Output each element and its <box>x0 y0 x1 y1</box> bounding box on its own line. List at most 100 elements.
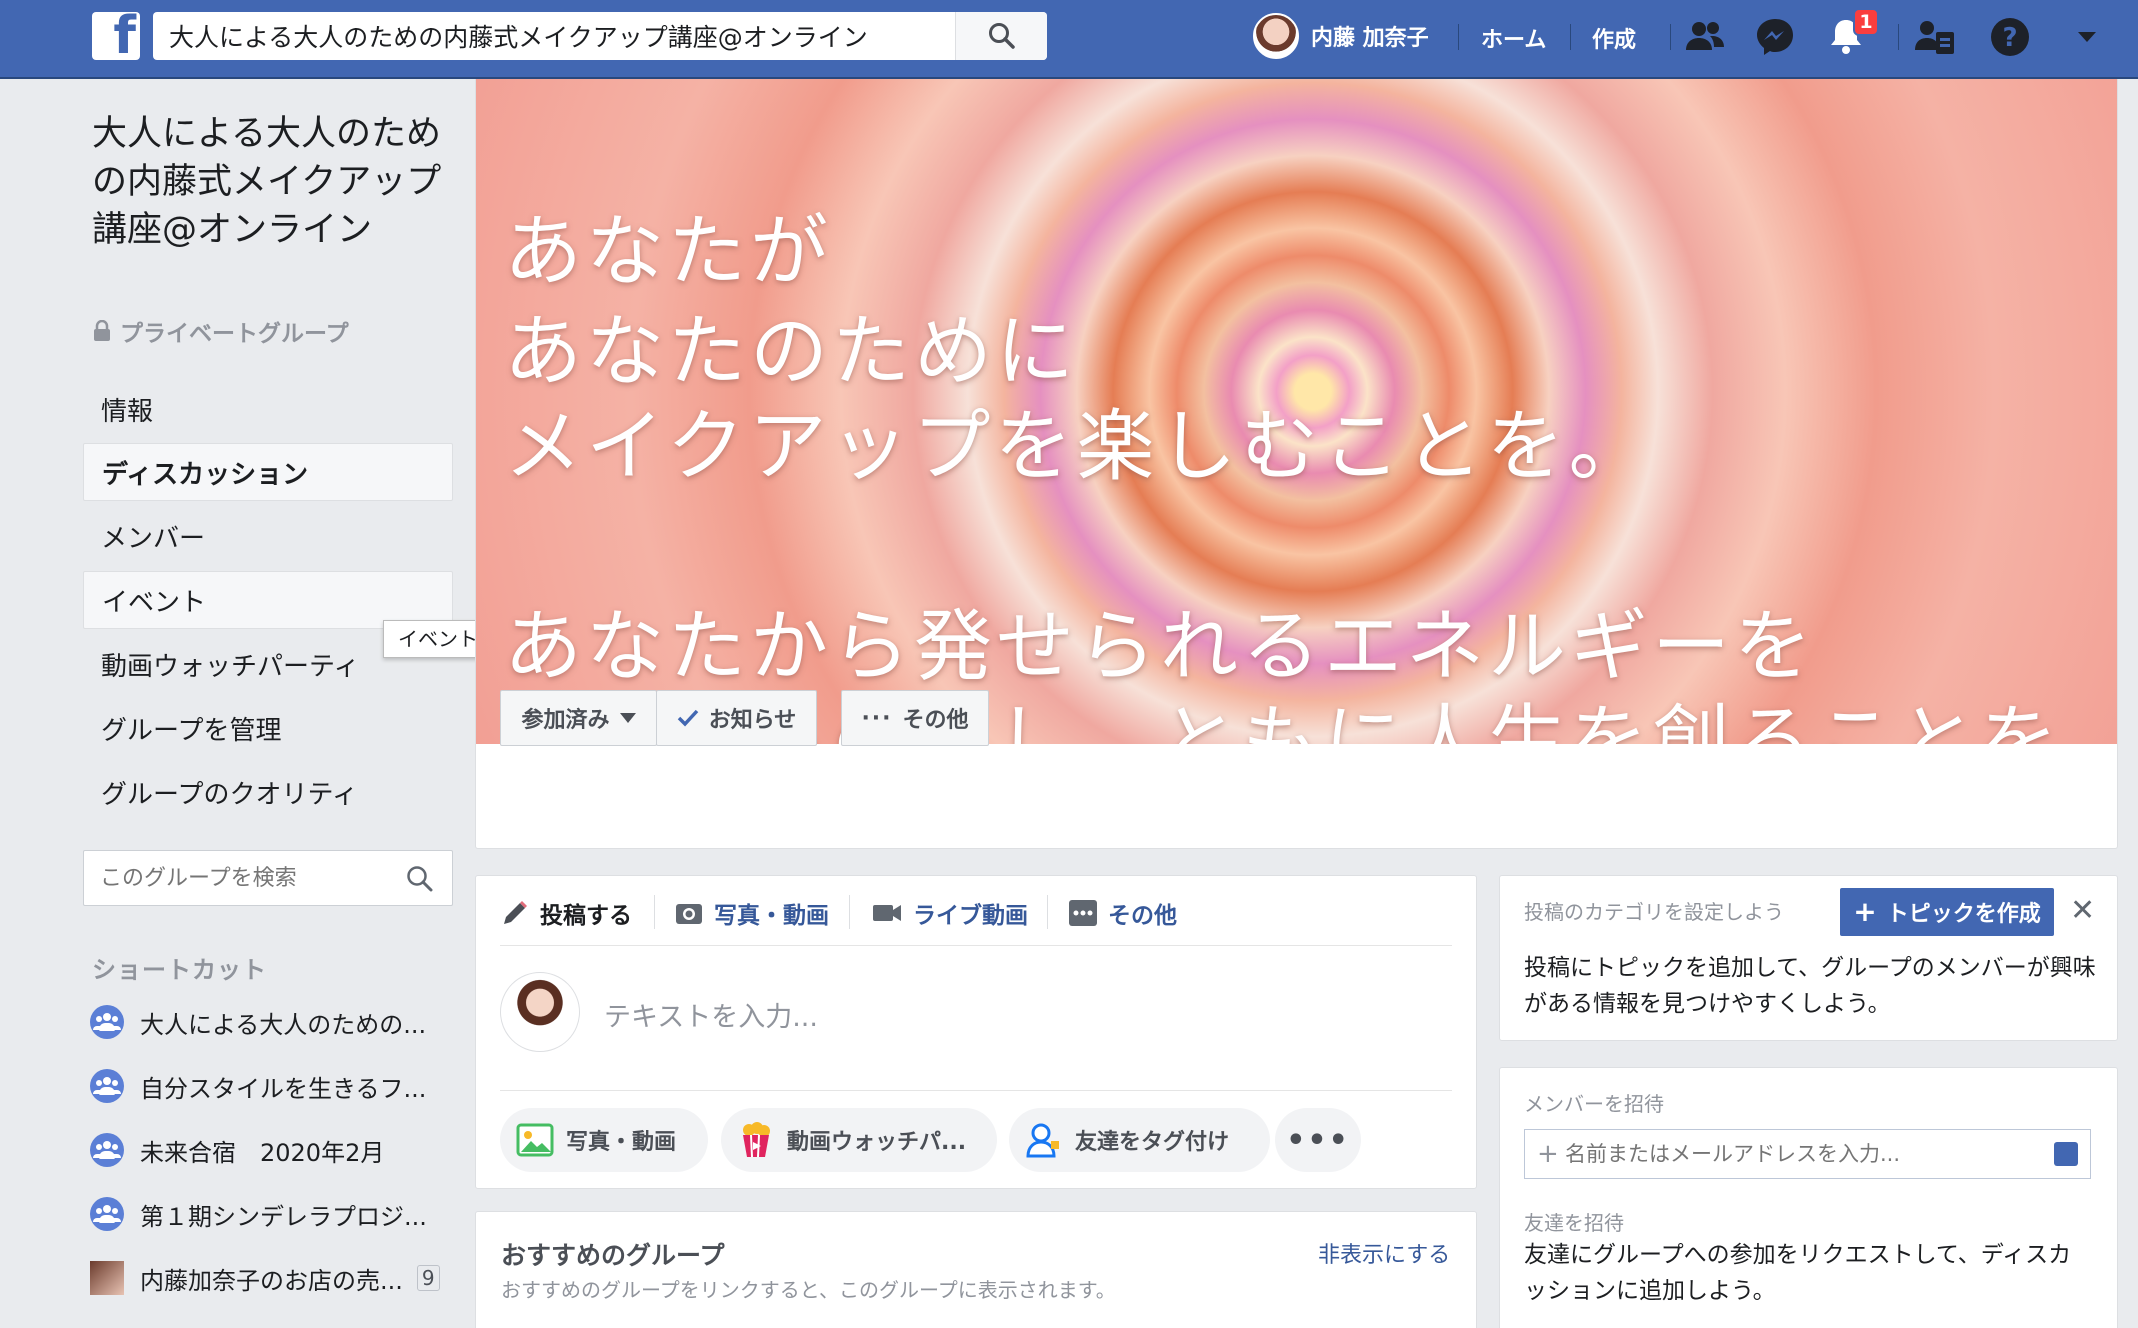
nav-discussion[interactable]: ディスカッション <box>83 443 453 501</box>
tag-friends-pill[interactable]: 友達をタグ付け <box>1009 1108 1270 1172</box>
tab-divider <box>849 895 850 929</box>
popcorn-icon <box>743 1122 770 1158</box>
nav-members[interactable]: メンバー <box>83 507 453 565</box>
shortcut-label: 内藤加奈子のお店の売... <box>140 1266 403 1295</box>
profile-link[interactable]: 内藤 加奈子 <box>1253 12 1429 60</box>
global-search <box>153 12 1047 60</box>
invite-input[interactable] <box>1525 1130 2005 1178</box>
messenger-icon[interactable] <box>1752 14 1798 60</box>
divider <box>500 945 1452 946</box>
shortcut-item[interactable]: 内藤加奈子のお店の売... 9 <box>90 1258 450 1298</box>
tab-divider <box>654 895 655 929</box>
photo-video-pill[interactable]: 写真・動画 <box>500 1108 708 1172</box>
divider <box>500 1090 1452 1091</box>
global-search-input[interactable] <box>153 12 953 60</box>
caret-down-icon <box>619 713 636 723</box>
invite-field: + <box>1524 1129 2091 1179</box>
joined-button[interactable]: 参加済み <box>500 690 657 746</box>
avatar <box>500 972 580 1052</box>
tab-label: ライブ動画 <box>913 903 1028 929</box>
check-icon <box>677 709 699 727</box>
video-camera-icon <box>873 905 901 921</box>
nav-info[interactable]: 情報 <box>83 380 453 438</box>
pill-label: 動画ウォッチパ... <box>787 1130 967 1155</box>
composer-input[interactable]: テキストを入力... <box>604 995 818 1034</box>
topic-description: 投稿にトピックを追加して、グループのメンバーが興味がある情報を見つけやすくしよう… <box>1524 955 2096 1017</box>
camera-icon <box>676 904 702 924</box>
shortcut-label: 大人による大人のための... <box>140 1010 427 1039</box>
create-topic-label: トピックを作成 <box>1886 902 2041 927</box>
shortcut-count-badge: 9 <box>416 1265 440 1291</box>
pill-label: 写真・動画 <box>566 1130 677 1155</box>
shortcut-label: 第１期シンデレラプロジ... <box>140 1202 427 1231</box>
shortcut-item[interactable]: 第１期シンデレラプロジ... <box>90 1194 450 1234</box>
tab-live-video[interactable]: ライブ動画 <box>871 895 1028 931</box>
photo-icon <box>516 1123 554 1157</box>
nav-divider <box>1670 24 1671 50</box>
friends-icon[interactable] <box>1682 14 1728 60</box>
create-topic-button[interactable]: + トピックを作成 <box>1840 888 2054 936</box>
group-title[interactable]: 大人による大人のための内藤式メイクアップ講座@オンライン <box>92 110 442 254</box>
tag-friends-icon <box>1026 1123 1059 1158</box>
nav-divider <box>1570 24 1571 50</box>
shortcut-item[interactable]: 自分スタイルを生きるフ... <box>90 1066 450 1106</box>
more-label: その他 <box>902 708 969 733</box>
watch-party-pill[interactable]: 動画ウォッチパ... <box>721 1108 997 1172</box>
shortcut-label: 自分スタイルを生きるフ... <box>140 1074 427 1103</box>
cover-photo[interactable]: あなたが あなたのために メイクアップを楽しむことを。 あなたから発せられるエネ… <box>476 79 2117 744</box>
nav-group-quality[interactable]: グループのクオリティ <box>83 763 453 821</box>
search-button[interactable] <box>955 12 1047 60</box>
group-search-input[interactable] <box>84 851 384 905</box>
contact-card-icon[interactable] <box>2054 1142 2078 1166</box>
friends-heading: 友達を招待 <box>1524 1211 1624 1235</box>
page-thumbnail <box>90 1261 124 1295</box>
friend-suggestions-icon[interactable] <box>1912 14 1958 60</box>
nav-manage-group[interactable]: グループを管理 <box>83 699 453 757</box>
hide-link[interactable]: 非表示にする <box>1318 1237 1450 1269</box>
shortcuts-heading: ショートカット <box>92 956 267 984</box>
top-bar: f 内藤 加奈子 ホーム 作成 1 ? <box>0 0 2138 79</box>
close-icon[interactable]: ✕ <box>2070 893 2095 928</box>
search-icon[interactable] <box>406 865 434 893</box>
pill-label: 友達をタグ付け <box>1075 1130 1230 1155</box>
help-icon[interactable]: ? <box>1987 14 2033 60</box>
shortcut-label: 未来合宿 2020年2月 <box>140 1138 385 1167</box>
ellipsis-icon: ••• <box>1286 1122 1350 1158</box>
pencil-icon <box>504 901 527 924</box>
tab-post[interactable]: 投稿する <box>500 895 632 931</box>
tab-more[interactable]: その他 <box>1068 895 1177 931</box>
plus-icon: + <box>1537 1139 1559 1169</box>
notify-label: お知らせ <box>708 708 797 733</box>
notifications-button[interactable]: お知らせ <box>656 690 817 746</box>
caret-down-icon[interactable] <box>2064 14 2110 60</box>
cover-text-line: メイクアップを楽しむことを。 <box>504 402 1651 492</box>
notification-badge: 1 <box>1853 8 1879 36</box>
group-icon <box>90 1005 124 1039</box>
group-icon <box>90 1069 124 1103</box>
more-button[interactable]: ··· その他 <box>841 690 989 746</box>
privacy-text: プライベートグループ <box>120 321 349 347</box>
lock-icon <box>94 320 110 341</box>
tab-label: 投稿する <box>540 903 632 929</box>
recommended-subtitle: おすすめのグループをリンクすると、このグループに表示されます。 <box>501 1278 1116 1302</box>
privacy-label: プライベートグループ <box>92 314 349 348</box>
home-link[interactable]: ホーム <box>1481 22 1546 54</box>
topic-heading: 投稿のカテゴリを設定しよう <box>1524 900 1784 924</box>
friends-description: 友達にグループへの参加をリクエストして、ディスカッションに追加しよう。 <box>1524 1242 2072 1304</box>
avatar <box>1253 13 1299 59</box>
shortcut-item[interactable]: 大人による大人のための... <box>90 1002 450 1042</box>
cover-text-line: あなたが <box>504 207 833 297</box>
more-options-pill[interactable]: ••• <box>1275 1108 1361 1172</box>
user-name: 内藤 加奈子 <box>1311 26 1429 51</box>
nav-divider <box>1898 24 1899 50</box>
tab-photo-video[interactable]: 写真・動画 <box>674 895 829 931</box>
group-search <box>83 850 453 906</box>
group-icon <box>90 1133 124 1167</box>
facebook-logo-icon[interactable]: f <box>92 12 140 60</box>
create-link[interactable]: 作成 <box>1592 22 1636 54</box>
svg-text:?: ? <box>2002 23 2017 53</box>
tab-label: 写真・動画 <box>714 903 829 929</box>
tab-label: その他 <box>1108 903 1177 929</box>
plus-icon: + <box>1853 895 1877 928</box>
shortcut-item[interactable]: 未来合宿 2020年2月 <box>90 1130 450 1170</box>
